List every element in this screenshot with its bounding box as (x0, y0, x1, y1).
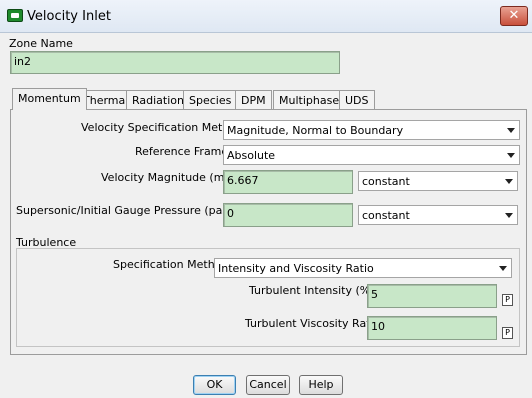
chevron-down-icon (507, 153, 515, 158)
tab-momentum[interactable]: Momentum (12, 88, 87, 110)
chevron-down-icon (507, 128, 515, 133)
window-title: Velocity Inlet (27, 9, 111, 24)
turbulence-spec-method-select[interactable]: Intensity and Viscosity Ratio (214, 258, 512, 278)
gauge-pressure-profile-select[interactable]: constant (358, 205, 518, 225)
title-bar: Velocity Inlet ✕ (0, 0, 532, 33)
zone-name-field[interactable]: in2 (10, 51, 340, 74)
velocity-spec-method-label: Velocity Specification Method (81, 121, 244, 134)
tab-uds[interactable]: UDS (339, 90, 375, 109)
cancel-button[interactable]: Cancel (246, 375, 290, 395)
ok-button[interactable]: OK (193, 375, 236, 395)
gauge-pressure-field[interactable]: 0 (223, 203, 353, 227)
velocity-spec-method-value: Magnitude, Normal to Boundary (227, 124, 404, 137)
velocity-magnitude-profile-select[interactable]: constant (358, 171, 518, 191)
help-button[interactable]: Help (299, 375, 343, 395)
turbulent-intensity-field[interactable]: 5 (367, 284, 497, 308)
zone-name-label: Zone Name (9, 37, 73, 50)
turbulence-spec-method-value: Intensity and Viscosity Ratio (218, 262, 374, 275)
turbulent-viscosity-ratio-label: Turbulent Viscosity Ratio (245, 317, 381, 330)
turbulent-viscosity-ratio-field[interactable]: 10 (367, 316, 497, 340)
tab-species[interactable]: Species (183, 90, 238, 109)
close-button[interactable]: ✕ (500, 6, 528, 26)
reference-frame-label: Reference Frame (135, 145, 229, 158)
tab-dpm[interactable]: DPM (235, 90, 272, 109)
app-icon (7, 9, 23, 22)
gauge-pressure-label: Supersonic/Initial Gauge Pressure (pasca… (16, 204, 249, 217)
turbulent-viscosity-ratio-param-button[interactable]: P (502, 327, 513, 339)
chevron-down-icon (505, 213, 513, 218)
gauge-pressure-profile-value: constant (362, 209, 410, 222)
tab-radiation[interactable]: Radiation (126, 90, 190, 109)
reference-frame-value: Absolute (227, 149, 276, 162)
turbulence-spec-method-label: Specification Method (113, 258, 229, 271)
velocity-magnitude-label: Velocity Magnitude (m/s) (101, 171, 239, 184)
reference-frame-select[interactable]: Absolute (223, 145, 520, 165)
velocity-spec-method-select[interactable]: Magnitude, Normal to Boundary (223, 120, 520, 140)
chevron-down-icon (505, 179, 513, 184)
tab-multiphase[interactable]: Multiphase (273, 90, 346, 109)
turbulent-intensity-param-button[interactable]: P (502, 294, 513, 306)
velocity-magnitude-profile-value: constant (362, 175, 410, 188)
velocity-magnitude-field[interactable]: 6.667 (223, 170, 353, 194)
chevron-down-icon (499, 266, 507, 271)
turbulent-intensity-label: Turbulent Intensity (%) (249, 284, 375, 297)
